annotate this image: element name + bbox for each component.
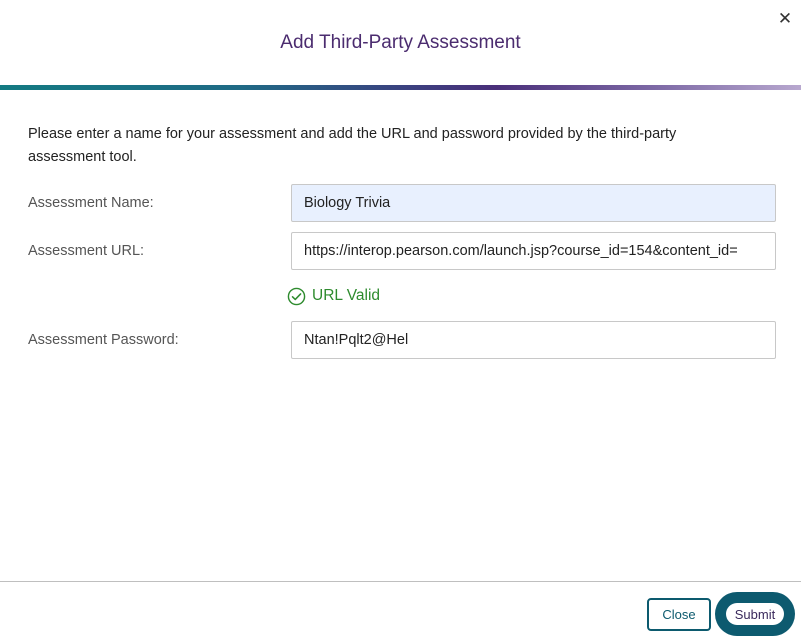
url-valid-text: URL Valid [312,287,381,304]
submit-button[interactable]: Submit [726,603,784,625]
close-button[interactable]: Close [647,598,711,631]
assessment-name-label: Assessment Name: [28,195,154,211]
check-circle-icon [287,287,306,305]
assessment-url-label: Assessment URL: [28,243,145,259]
close-icon[interactable]: ✕ [775,9,795,29]
intro-text: Please enter a name for your assessment … [28,126,677,165]
submit-focus-ring: Submit [715,592,795,636]
assessment-password-label: Assessment Password: [28,332,179,348]
dialog-title: Add Third-Party Assessment [280,32,521,53]
header-gradient-divider [0,85,801,90]
assessment-name-input[interactable]: Biology Trivia [291,184,776,222]
add-assessment-dialog: Add Third-Party Assessment ✕ Please ente… [0,0,801,637]
url-validation-status: URL Valid [287,286,380,306]
dialog-header: Add Third-Party Assessment ✕ [0,0,801,85]
assessment-url-input[interactable]: https://interop.pearson.com/launch.jsp?c… [291,232,776,270]
footer-divider [0,581,801,582]
assessment-password-input[interactable]: Ntan!Pqlt2@Hel [291,321,776,359]
